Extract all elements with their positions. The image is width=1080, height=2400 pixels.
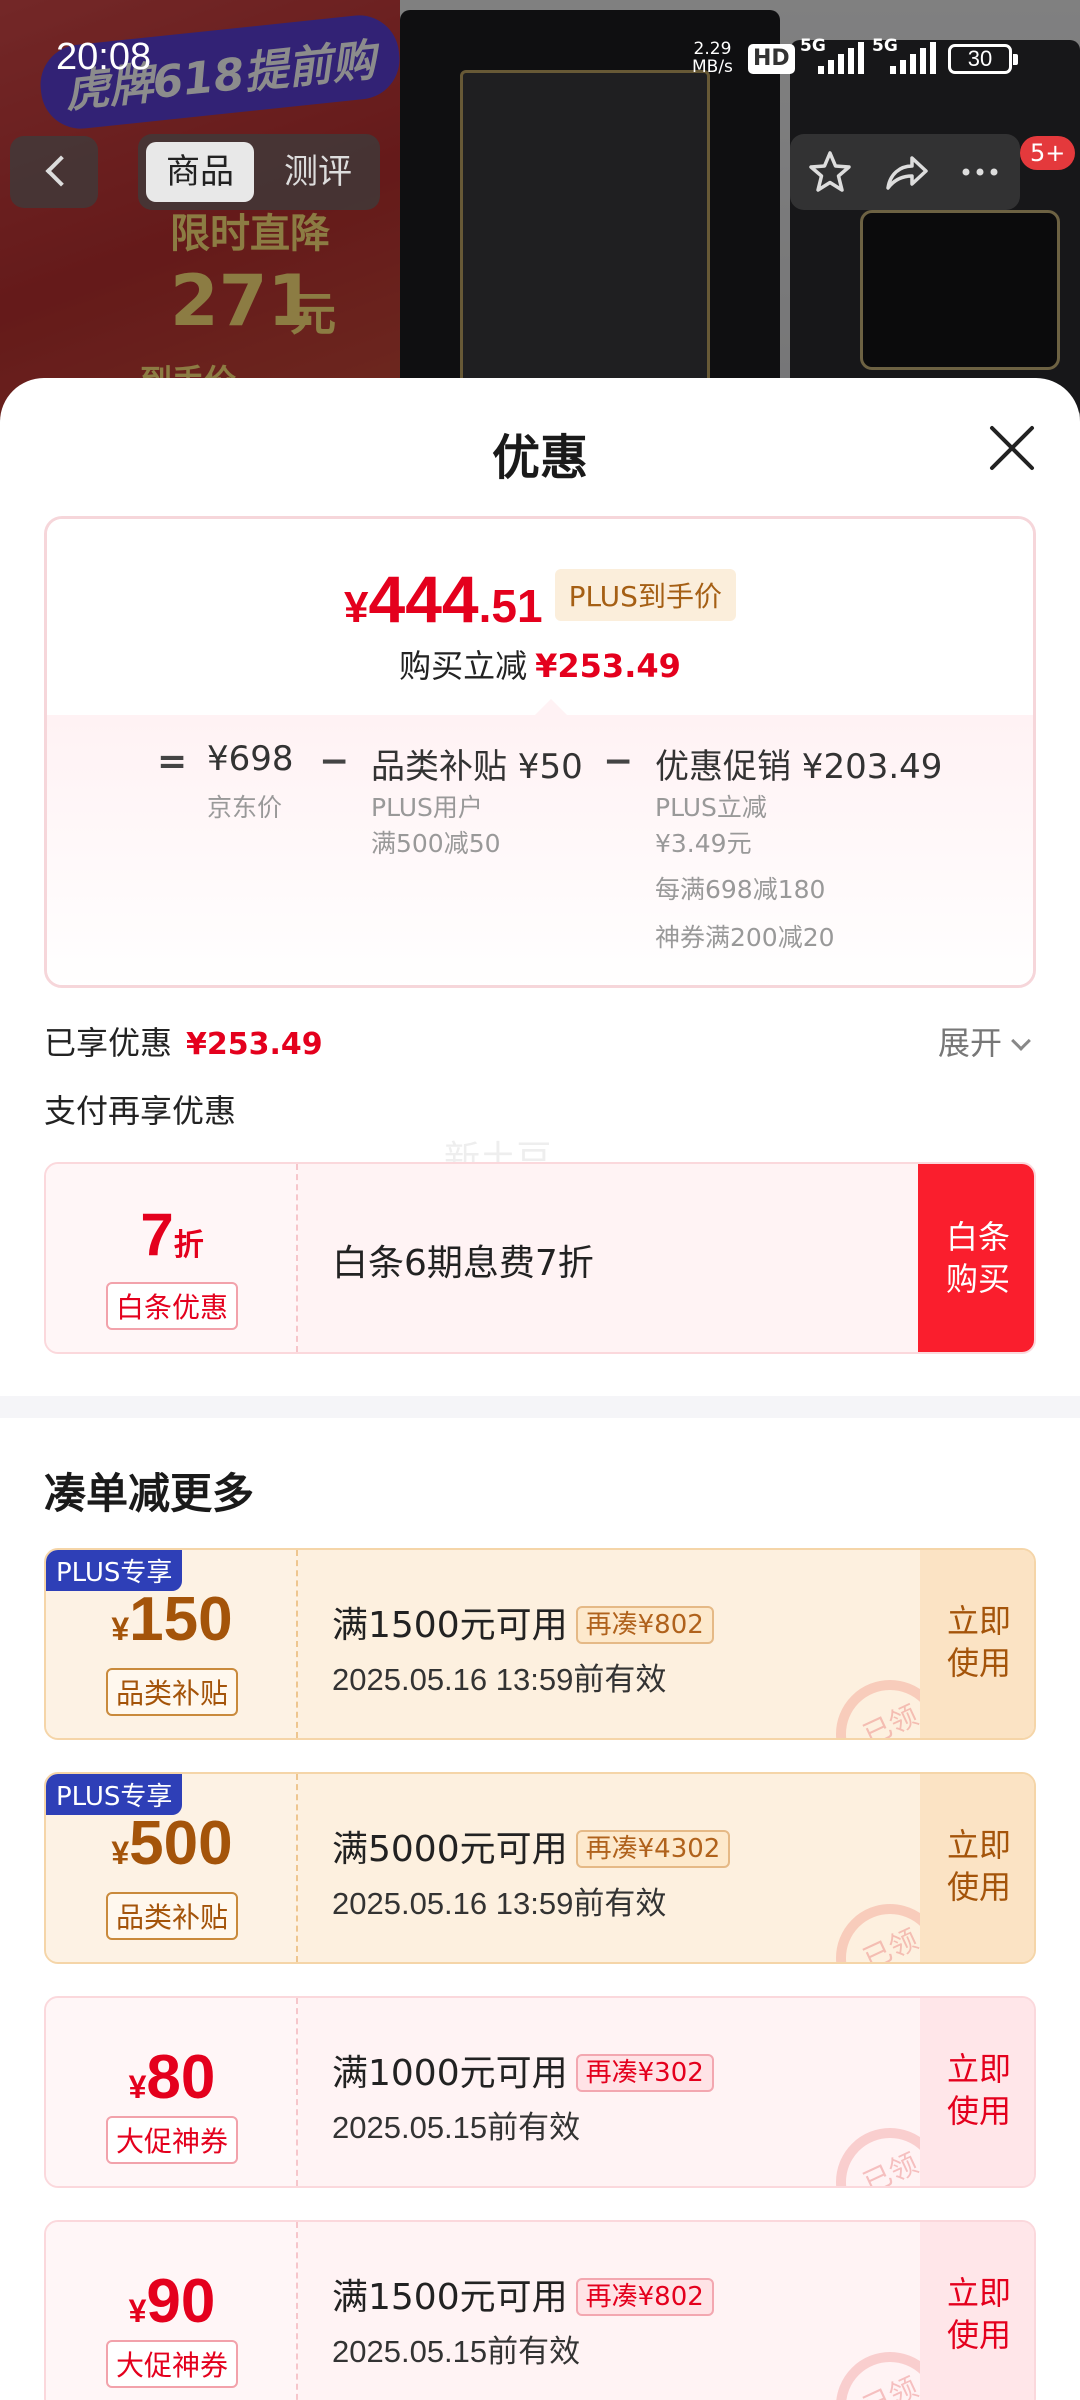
coupon-expiry: 2025.05.15前有效 — [332, 2334, 581, 2369]
baitiao-discount: 7折 — [140, 1201, 204, 1268]
category-subsidy: 品类补贴 ¥50 — [371, 747, 583, 787]
baitiao-tag: 白条优惠 — [106, 1282, 239, 1330]
tab-product[interactable]: 商品 — [146, 142, 254, 202]
coupon-value: ¥80 — [128, 2043, 216, 2112]
sheet-title: 优惠 — [491, 430, 588, 486]
battery-icon: 30 — [948, 44, 1018, 74]
nav-actions — [790, 134, 1020, 210]
chevron-down-icon — [1011, 1031, 1031, 1051]
minus-sign: − — [319, 741, 350, 782]
status-time: 20:08 — [56, 36, 152, 78]
equals-sign: = — [157, 741, 188, 782]
hd-icon: HD — [748, 44, 795, 74]
coupon-value: ¥150 — [111, 1585, 233, 1654]
reduce-row: 购买立减 ¥253.49 — [399, 647, 681, 685]
more-icon[interactable] — [956, 148, 1004, 196]
coupon-tag: 品类补贴 — [106, 1892, 239, 1940]
coupon-condition: 满1500元可用 再凑¥802 — [332, 1596, 714, 1648]
coupon-expiry: 2025.05.15前有效 — [332, 2110, 581, 2145]
enjoyed-value: ¥253.49 — [186, 1027, 323, 1062]
coupon-card: ¥90 大促神券 满1500元可用 再凑¥802 2025.05.15前有效 已领… — [44, 2220, 1036, 2400]
coupon-expiry: 2025.05.16 13:59前有效 — [332, 1886, 667, 1921]
back-button[interactable] — [10, 136, 98, 208]
close-icon[interactable] — [984, 420, 1040, 476]
baitiao-card: 7折 白条优惠 白条6期息费7折 白条 购买 — [44, 1162, 1036, 1354]
signal-icon: 5G — [872, 36, 936, 74]
final-price: ¥444.51 — [344, 562, 543, 636]
use-now-button[interactable]: 立即 使用 — [920, 1774, 1034, 1962]
expand-button[interactable]: 展开 — [938, 1018, 1031, 1064]
share-icon[interactable] — [882, 148, 930, 196]
coupon-condition: 满5000元可用 再凑¥4302 — [332, 1820, 731, 1872]
use-now-button[interactable]: 立即 使用 — [920, 1998, 1034, 2186]
section-title: 凑单减更多 — [44, 1469, 255, 1518]
minus-sign: − — [603, 741, 634, 782]
coupon-expiry: 2025.05.16 13:59前有效 — [332, 1662, 667, 1697]
baitiao-desc: 白条6期息费7折 — [332, 1243, 594, 1284]
discount-sheet: 优惠 ¥444.51 PLUS到手价 购买立减 ¥253.49 = ¥698 京东… — [0, 378, 1080, 2400]
enjoyed-discount: 已享优惠 ¥253.49 — [44, 1024, 323, 1062]
coupon-tag: 大促神券 — [106, 2340, 239, 2388]
signal-icon: 5G — [800, 36, 864, 74]
coupon-card: PLUS专享 ¥150 品类补贴 满1500元可用 再凑¥802 2025.05.… — [44, 1548, 1036, 1740]
coupon-tag: 品类补贴 — [106, 1668, 239, 1716]
coupon-card: ¥80 大促神券 满1000元可用 再凑¥302 2025.05.15前有效 已领… — [44, 1996, 1036, 2188]
price-summary-card: ¥444.51 PLUS到手价 购买立减 ¥253.49 = ¥698 京东价 −… — [44, 516, 1036, 988]
coupon-more-needed: 再凑¥802 — [575, 1606, 714, 1644]
final-price-row: ¥444.51 PLUS到手价 — [47, 561, 1033, 637]
tab-review[interactable]: 测评 — [264, 142, 372, 202]
coupon-card: PLUS专享 ¥500 品类补贴 满5000元可用 再凑¥4302 2025.05… — [44, 1772, 1036, 1964]
use-now-button[interactable]: 立即 使用 — [920, 1550, 1034, 1738]
baitiao-buy-button[interactable]: 白条 购买 — [918, 1164, 1034, 1352]
plus-price-tag: PLUS到手价 — [554, 569, 736, 621]
pay-more-title: 支付再享优惠 — [44, 1092, 237, 1130]
coupon-more-needed: 再凑¥802 — [575, 2278, 714, 2316]
coupon-value: ¥90 — [128, 2267, 216, 2336]
coupon-condition: 满1500元可用 再凑¥802 — [332, 2268, 714, 2320]
coupon-more-needed: 再凑¥302 — [575, 2054, 714, 2092]
use-now-button[interactable]: 立即 使用 — [920, 2222, 1034, 2400]
coupon-tag: 大促神券 — [106, 2116, 239, 2164]
product-tabs: 商品 测评 — [138, 134, 380, 210]
reduce-value: ¥253.49 — [535, 647, 681, 685]
promo-discount: 优惠促销 ¥203.49 — [655, 747, 943, 787]
net-speed: 2.29 MB/s — [692, 39, 733, 77]
star-icon[interactable] — [806, 148, 854, 196]
coupon-more-needed: 再凑¥4302 — [575, 1830, 731, 1868]
jd-price-label: 京东价 — [207, 793, 283, 822]
jd-price: ¥698 — [207, 739, 294, 779]
coupon-value: ¥500 — [111, 1809, 233, 1878]
status-bar: 20:08 2.29 MB/s HD 5G 5G 30 — [0, 0, 1080, 110]
coupon-condition: 满1000元可用 再凑¥302 — [332, 2044, 714, 2096]
divider — [0, 1396, 1080, 1418]
product-background: 虎牌618提前购 限时直降 271 元 到手价 20:08 2.29 MB/s … — [0, 0, 1080, 420]
message-badge: 5+ — [1020, 136, 1076, 170]
